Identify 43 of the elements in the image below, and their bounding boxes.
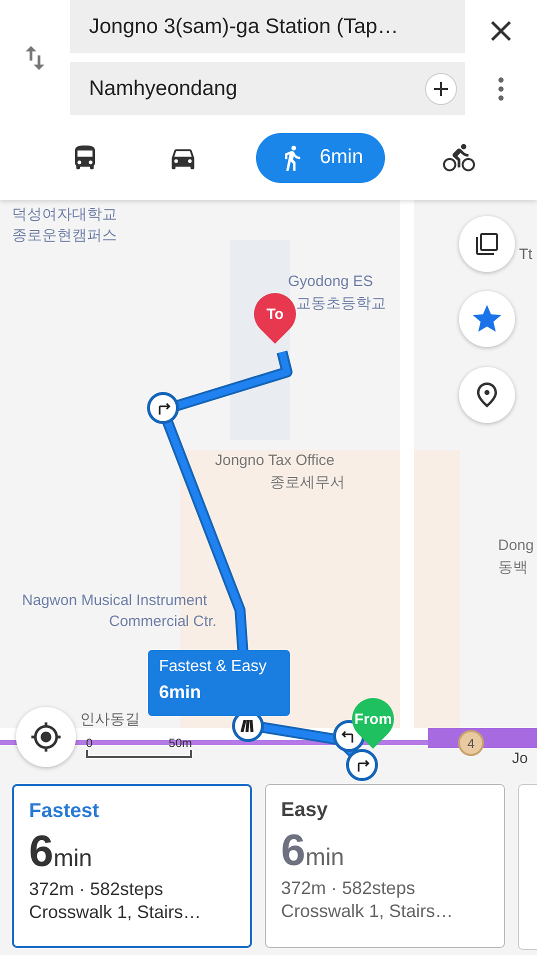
duration-value: 6 — [281, 826, 306, 876]
map-label: Dong — [498, 537, 534, 554]
place-pin-button[interactable] — [459, 367, 515, 423]
layers-button[interactable] — [459, 216, 515, 272]
route-option-card[interactable]: Easy 6min 372m · 582steps Crosswalk 1, Stairs… — [265, 784, 505, 948]
map-label: Gyodong ES — [288, 273, 374, 290]
more-icon — [498, 76, 504, 101]
add-stop-button[interactable] — [425, 72, 457, 104]
crosswalk-icon — [240, 720, 256, 732]
duration-value: 6 — [29, 827, 54, 877]
map-label: Jo — [512, 750, 528, 767]
route-features: Crosswalk 1, Stairs… — [29, 902, 202, 923]
route-option-card[interactable]: Fastest 6min 372m · 582steps Crosswalk 1, Stairs… — [12, 784, 252, 948]
crosshair-icon — [30, 721, 62, 753]
current-location-button[interactable] — [16, 707, 76, 767]
map-label: 인사동길 — [80, 710, 140, 729]
destination-field[interactable]: Namhyeondang — [70, 62, 465, 115]
map-label: 동백 — [498, 558, 528, 577]
map-label: 교동초등학교 — [296, 294, 386, 313]
map-label: Jongno Tax Office — [215, 452, 335, 469]
route-option-title: Fastest — [29, 800, 100, 823]
route-option-title: Easy — [281, 799, 329, 822]
origin-field[interactable]: Jongno 3(sam)-ga Station (Tap… — [70, 0, 465, 53]
subway-line-badge: 4 — [458, 730, 484, 756]
route-bubble-title: Fastest & Easy — [159, 658, 268, 676]
favorite-button[interactable] — [459, 291, 515, 347]
map-label: Tt — [519, 246, 532, 263]
map-label: 덕성여자대학교 — [12, 205, 117, 224]
route-distance-steps: 372m · 582steps — [29, 879, 235, 900]
more-button[interactable] — [498, 76, 504, 101]
map-label: Commercial Ctr. — [109, 613, 217, 630]
route-distance-steps: 372m · 582steps — [281, 878, 489, 899]
route-features: Crosswalk 1, Stairs… — [281, 901, 454, 922]
map-label: 종로운현캠퍼스 — [12, 226, 117, 245]
route-bubble-time: 6min — [159, 682, 202, 703]
map-label: 종로세무서 — [270, 473, 345, 492]
duration-unit: min — [305, 844, 344, 872]
duration-unit: min — [53, 845, 92, 873]
map-label: Nagwon Musical Instrument — [22, 592, 208, 609]
bicycle-icon — [443, 142, 476, 174]
route-bubble[interactable]: Fastest & Easy 6min — [148, 650, 290, 716]
layers-icon — [475, 232, 499, 256]
walk-mode-tab[interactable]: 6min — [256, 132, 386, 182]
